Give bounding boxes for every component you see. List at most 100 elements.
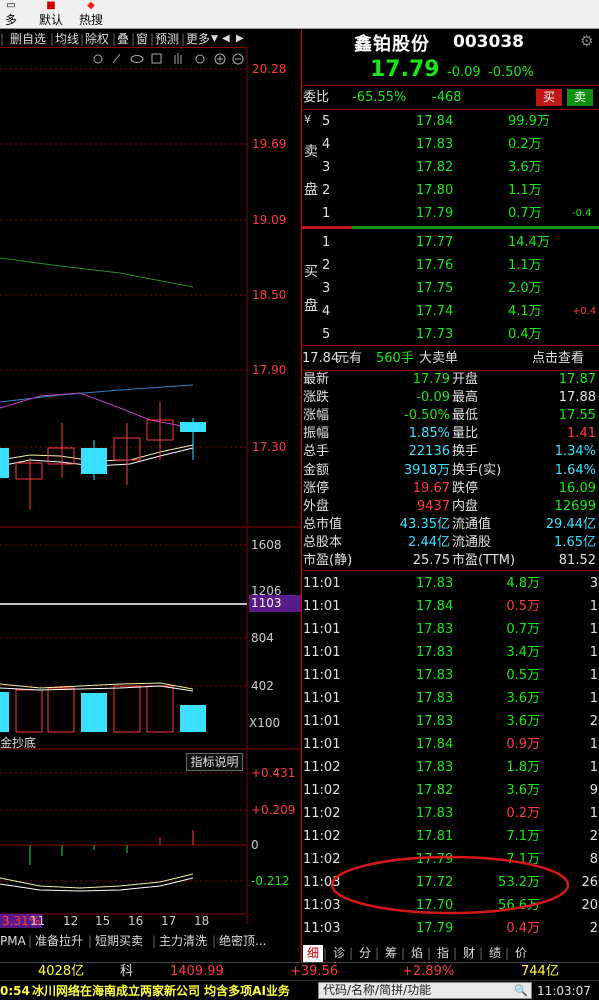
indicator-help-button[interactable]: 指标说明 [186,753,243,771]
tool-remove-favorite[interactable]: 删自选 [10,31,46,47]
search-box[interactable]: 代码/名称/简拼/功能 🔍 [318,982,532,999]
date-tick: 17 [161,914,177,928]
market-name: 科 [120,964,134,979]
order-price: 17.76 [416,258,454,273]
tab-detail-2[interactable]: 分 [355,945,375,962]
tick-time: 11:01 [303,622,341,637]
buy-row[interactable]: 2 17.76 1.1万 [302,254,599,277]
price-change: -0.09 [447,65,481,80]
arrow-left-icon[interactable]: ◀ [222,31,230,47]
tick-volume: 3.6万 [506,783,540,798]
tab-ready-rise[interactable]: 准备拉升 [35,932,83,950]
tick-row: 11:01 17.83 4.8万 3 [302,572,599,595]
sell-button[interactable]: 卖 [567,89,593,106]
chart-tools [93,53,244,65]
indicator-tick: -0.212 [251,874,290,888]
chevron-down-icon[interactable]: ▼ [211,31,218,47]
tick-volume: 0.9万 [506,737,540,752]
toolbar-item-hotsearch[interactable]: ◆ 热搜 [76,0,106,29]
market-volume: 744亿 [521,964,559,979]
tab-secret-top[interactable]: 绝密顶... [219,932,266,950]
tab-main-wash[interactable]: 主力清洗 [159,932,207,950]
tab-detail-5[interactable]: 指 [433,945,453,962]
toolbar-item-window[interactable]: ▭ 多窗 [0,0,22,43]
tick-volume: 3.6万 [506,714,540,729]
order-level: 2 [322,183,331,198]
volume-tick: 1608 [251,538,282,552]
tab-detail-1[interactable]: 诊 [329,945,349,962]
gear-icon[interactable] [93,54,103,64]
tool-ma[interactable]: 均线 [55,31,79,47]
tick-time: 11:02 [303,783,341,798]
tick-row: 11:01 17.83 3.4万 1 [302,641,599,664]
price-tick: 17.90 [252,363,287,377]
buy-button[interactable]: 买 [536,89,562,106]
order-volume: 99.9万 [508,114,550,129]
tool-overlay[interactable]: 叠 [117,31,129,47]
stock-name: 鑫铂股份 [354,34,430,55]
big-order-link[interactable]: 点击查看 [532,347,584,370]
stat-row: 总市值 43.35亿 流通值 29.44亿 [302,516,599,534]
market-amount: 4028亿 [38,964,85,979]
stat-value: 16.09 [558,480,596,496]
arrow-right-icon[interactable]: ▶ [236,31,244,47]
buy-row[interactable]: 1 17.77 14.4万 [302,231,599,254]
stat-label: 换手 [452,444,479,460]
tab-detail-3[interactable]: 筹 [381,945,401,962]
pen-icon[interactable] [112,53,121,64]
big-order-price: 17.84 [302,351,340,366]
tab-detail-8[interactable]: 价 [511,945,531,962]
sell-row[interactable]: 2 17.80 1.1万 [302,179,599,202]
date-tick: 18 [194,914,210,928]
big-order-row[interactable]: 17.84 元有 560手 大卖单 点击查看 [302,347,599,370]
info-icon[interactable] [195,54,205,64]
tick-price: 17.83 [416,645,454,660]
stat-row: 振幅 1.85% 量比 1.41 [302,425,599,443]
tick-row: 11:02 17.83 0.2万 1 [302,802,599,825]
tool-forecast[interactable]: 预测 [155,31,179,47]
order-price: 17.75 [416,281,454,296]
tool-more[interactable]: 更多 [186,31,210,47]
tab-pma[interactable]: PMA [0,932,26,950]
tab-detail-4[interactable]: 焰 [407,945,427,962]
order-level: 4 [322,137,331,152]
sell-row[interactable]: 3 17.82 3.6万 [302,156,599,179]
tool-window[interactable]: 窗 [136,31,148,47]
toolbar-item-default[interactable]: ■ 默认 [36,0,66,29]
order-level: 4 [322,304,331,319]
sell-row[interactable]: 1 17.79 0.7万 -0.4 [302,202,599,225]
buy-row[interactable]: 4 17.74 4.1万 +0.4 [302,300,599,323]
stat-value: 25.75 [412,553,450,568]
stat-row: 涨停 19.67 跌停 16.09 [302,480,599,498]
tab-detail-0[interactable]: 细 [303,945,324,962]
stat-value: 1.64% [554,462,596,478]
stat-value: 43.35亿 [399,516,450,532]
tick-price: 17.83 [416,806,454,821]
stat-label: 涨幅 [303,408,330,424]
buy-row[interactable]: 3 17.75 2.0万 [302,277,599,300]
tick-price: 17.81 [416,829,454,844]
weibi-label: 委比 [303,90,330,105]
gear-icon[interactable]: ⚙ [580,32,593,50]
tab-short-trade[interactable]: 短期买卖 [95,932,143,950]
order-volume: 0.2万 [508,137,542,152]
stat-value: 22136 [408,444,450,460]
search-input[interactable]: 代码/名称/简拼/功能 [323,983,431,998]
box-icon[interactable] [151,53,162,64]
news-headline[interactable]: 冰川网络在海南成立两家新公司 均含多项AI业务 [32,982,290,1000]
sell-row[interactable]: 4 17.83 0.2万 [302,133,599,156]
stat-label: 跌停 [452,480,479,496]
stat-value: 17.87 [558,372,596,387]
stat-label: 市盈(TTM) [452,553,516,568]
hand-icon[interactable] [174,53,182,64]
eye-icon[interactable] [130,55,144,63]
tab-detail-7[interactable]: 绩 [485,945,505,962]
search-icon[interactable]: 🔍 [514,983,528,998]
buy-row[interactable]: 5 17.73 0.4万 [302,323,599,346]
stat-label: 总市值 [303,516,343,532]
tab-detail-6[interactable]: 财 [459,945,479,962]
tick-price: 17.83 [416,714,454,729]
tool-exright[interactable]: 除权 [85,31,109,47]
price-tick: 20.28 [252,62,287,76]
sell-row[interactable]: 5 17.84 99.9万 [302,110,599,133]
